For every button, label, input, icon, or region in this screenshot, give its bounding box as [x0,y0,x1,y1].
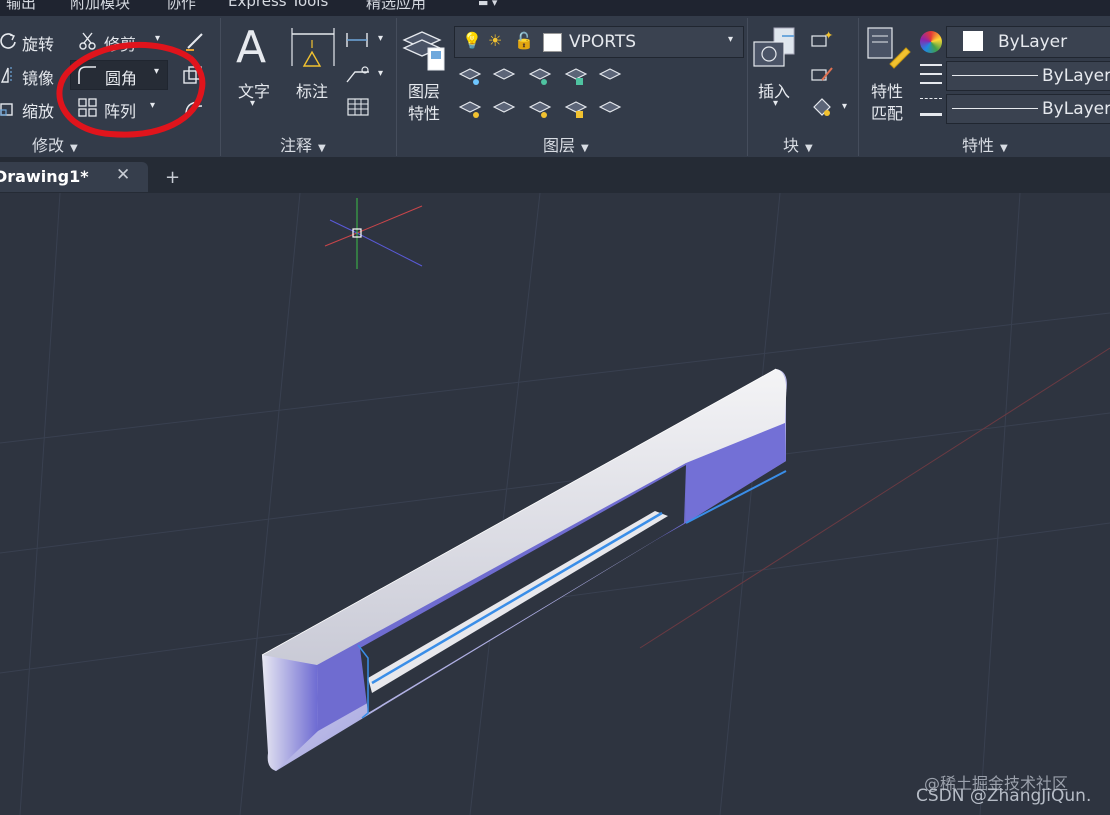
highlight-circle [56,41,206,138]
tab-collaborate[interactable]: 协作 [166,0,196,13]
ribbon-options-icon[interactable]: ▬ ▾ [478,0,497,9]
block-attribute-icon[interactable] [810,97,834,119]
table-icon[interactable] [347,98,369,116]
lineweight-icon[interactable] [920,98,942,116]
rotate-icon [0,33,16,49]
properties-panel-title[interactable]: 特性 ▼ [962,132,1008,156]
panel-separator [858,18,859,156]
mirror-icon [0,67,12,83]
current-layer-name[interactable]: VPORTS [569,32,636,52]
create-block-icon[interactable]: ✦ [810,30,834,50]
linear-dropdown-icon[interactable]: ▾ [378,33,383,44]
leader-dropdown-icon[interactable]: ▾ [378,68,383,79]
linetype-icon[interactable] [920,64,942,84]
insert-dropdown-icon[interactable]: ▾ [773,98,778,109]
unlock-icon: 🔓 [514,31,534,50]
sun-icon: ☀ [488,31,503,50]
lightbulb-icon: 💡 [462,31,482,50]
layer-tools-row1[interactable] [458,64,628,88]
match-properties-line1[interactable]: 特性 [871,78,903,102]
text-big-icon: A [236,22,267,73]
panel-separator [396,18,397,156]
dimension-icon [291,28,335,67]
match-properties-icon [867,27,911,69]
leader-icon[interactable] [345,64,373,84]
scale-icon [0,103,13,116]
tab-express-tools[interactable]: Express Tools [228,0,328,10]
watermark-csdn: CSDN @ZhangJiQun. [916,786,1092,806]
block-attr-dropdown-icon[interactable]: ▾ [842,101,847,112]
model-viewport[interactable] [0,193,1110,815]
linetype-sample [952,75,1038,76]
color-value: ByLayer [998,32,1068,52]
linear-dimension-icon[interactable] [345,31,373,49]
tab-addons[interactable]: 附加模块 [70,0,130,13]
panel-separator [220,18,221,156]
layer-properties-line1[interactable]: 图层 [408,78,440,102]
layer-properties-line2[interactable]: 特性 [408,100,440,124]
layer-dropdown-arrow-icon[interactable]: ▾ [728,34,733,45]
match-properties-line2[interactable]: 匹配 [871,100,903,124]
color-wheel-icon[interactable] [920,31,942,53]
layer-tools-row2[interactable] [458,97,628,121]
edit-block-icon[interactable] [810,64,834,84]
annotation-panel-title[interactable]: 注释 ▼ [280,132,326,156]
ucs-icon [324,198,423,269]
lineweight-sample [952,108,1038,109]
color-swatch [963,31,983,51]
lineweight-value: ByLayer [1042,99,1110,119]
close-tab-icon[interactable]: ✕ [116,165,130,185]
layers-panel-title[interactable]: 图层 ▼ [543,132,589,156]
text-dropdown-icon[interactable]: ▾ [250,98,255,109]
ribbon-tab-strip: 输出 附加模块 协作 Express Tools 精选应用 ▬ ▾ [0,0,1110,16]
panel-separator [747,18,748,156]
layer-color-swatch [543,33,562,52]
block-panel-title[interactable]: 块 ▼ [783,132,813,156]
dimension-button[interactable]: 标注 [296,78,328,102]
drawing-tab-label[interactable]: Drawing1* [0,167,89,186]
layer-properties-icon [402,31,445,71]
new-tab-button[interactable]: + [165,167,180,188]
tab-output[interactable]: 输出 [6,0,36,13]
linetype-value: ByLayer [1042,66,1110,86]
svg-text:✦: ✦ [824,30,833,42]
tab-featured-apps[interactable]: 精选应用 [366,0,426,13]
insert-block-icon [753,27,795,67]
